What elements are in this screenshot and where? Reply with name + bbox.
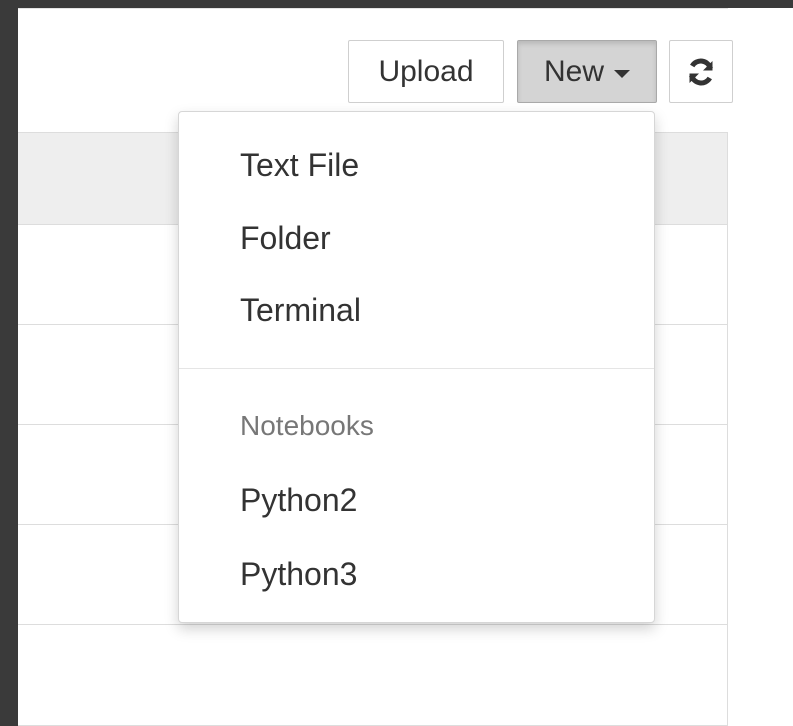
new-button-label: New (543, 54, 604, 88)
upload-button[interactable]: Upload (348, 40, 504, 103)
new-dropdown-menu: Text File Folder Terminal Notebooks Pyth… (178, 111, 655, 623)
menu-item-terminal[interactable]: Terminal (240, 294, 361, 326)
refresh-button[interactable] (669, 40, 733, 103)
caret-down-icon (614, 69, 630, 78)
menu-item-text-file[interactable]: Text File (240, 149, 359, 181)
upload-button-label: Upload (378, 54, 474, 88)
top-divider (18, 8, 728, 9)
menu-item-folder[interactable]: Folder (240, 222, 331, 254)
menu-item-python2[interactable]: Python2 (240, 484, 357, 516)
refresh-icon (689, 58, 713, 85)
menu-item-python3[interactable]: Python3 (240, 558, 357, 590)
menu-section-header-notebooks: Notebooks (240, 410, 374, 441)
notebook-file-browser: Upload New Text File Folder Terminal Not… (18, 8, 793, 726)
new-dropdown-button[interactable]: New (517, 40, 657, 103)
menu-divider (179, 368, 654, 369)
